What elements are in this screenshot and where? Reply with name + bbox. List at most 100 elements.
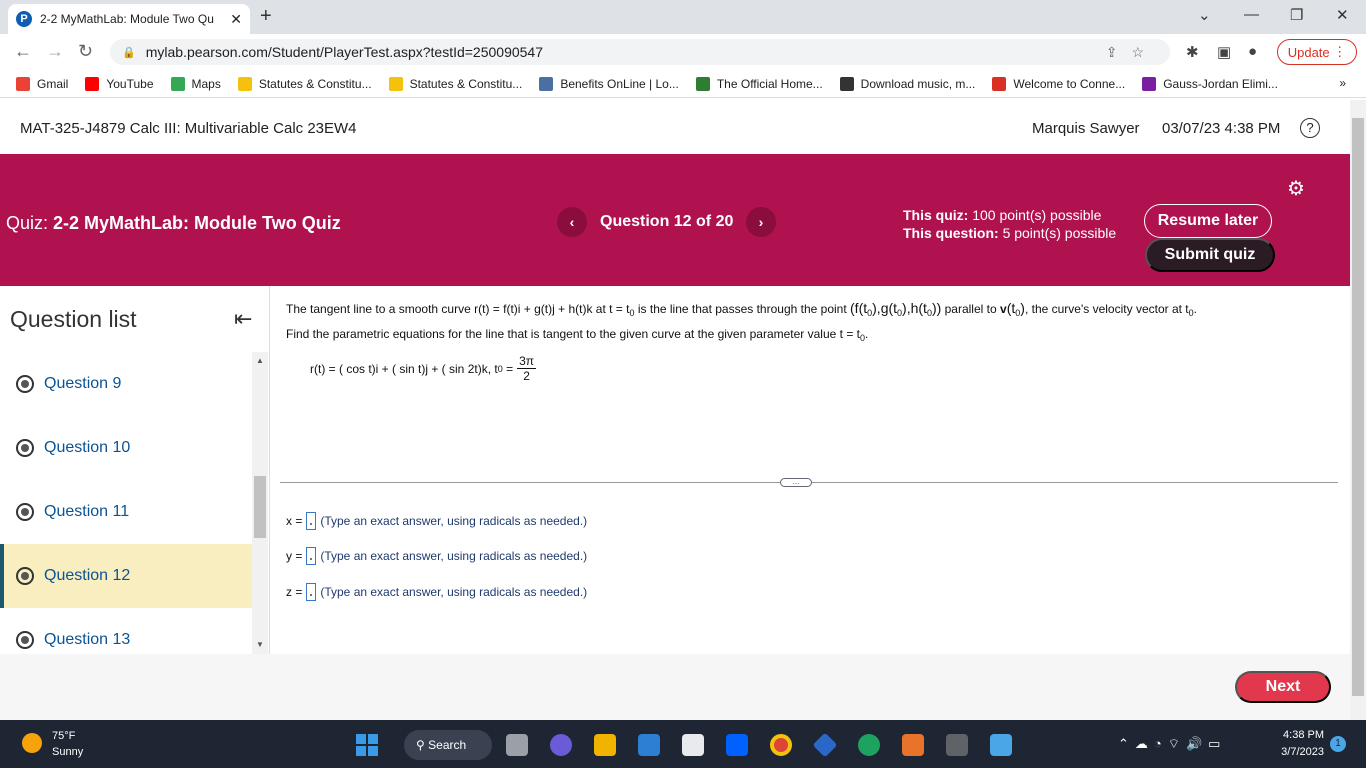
chrome-icon[interactable] (770, 734, 792, 756)
file-explorer-icon[interactable] (594, 734, 616, 756)
weather-condition[interactable]: Sunny (52, 746, 83, 758)
update-button[interactable]: Update ⋮ (1277, 39, 1357, 65)
media-player-icon[interactable] (902, 734, 924, 756)
bookmark-item[interactable]: YouTube (85, 76, 154, 91)
bookmark-favicon-icon (16, 76, 30, 91)
lock-icon[interactable]: 🔒 (122, 46, 136, 59)
taskbar-date[interactable]: 3/7/2023 (1266, 746, 1324, 758)
bookmark-favicon-icon (85, 76, 100, 91)
browser-tab[interactable]: P 2-2 MyMathLab: Module Two Qu ✕ (8, 4, 250, 34)
question-list-panel: Question list ⇤ Question 9 Question 10 Que… (0, 286, 270, 654)
page-scrollbar[interactable] (1350, 100, 1366, 720)
question-list-item-label: Question 11 (44, 503, 130, 520)
side-panel-icon[interactable]: ▣ (1217, 43, 1231, 61)
question-content: The tangent line to a smooth curve r(t) … (270, 286, 1350, 654)
bookmark-item[interactable]: Benefits OnLine | Lo... (539, 76, 679, 91)
question-list-item[interactable]: Question 9 (0, 352, 252, 416)
taskbar-search-label: Search (428, 738, 467, 752)
prompt-text: is the line that passes through the poin… (637, 302, 847, 316)
gear-icon[interactable]: ⚙ (1287, 176, 1305, 201)
resume-later-button[interactable]: Resume later (1144, 204, 1272, 238)
windows-start-icon[interactable] (356, 734, 378, 756)
bookmark-item[interactable]: Maps (170, 76, 221, 91)
divider-drag-handle[interactable]: ... (780, 478, 812, 487)
quiz-header-band: ⚙ Quiz: 2-2 MyMathLab: Module Two Quiz ‹… (0, 154, 1350, 286)
point-expression: (f(t0),g(t0),h(t0)) (850, 300, 942, 318)
tab-close-icon[interactable]: ✕ (230, 11, 242, 28)
more-bookmarks-icon[interactable]: » (1339, 76, 1346, 90)
question-list-item-label: Question 13 (44, 631, 131, 648)
fraction-denominator: 2 (523, 369, 530, 383)
minimize-icon[interactable]: — (1244, 6, 1259, 23)
tab-title: 2-2 MyMathLab: Module Two Qu (40, 12, 214, 26)
new-tab-icon[interactable]: + (260, 5, 272, 28)
taskbar-search[interactable]: ⚲ Search (404, 730, 492, 760)
answer-variable-label: y = (286, 549, 303, 563)
quiz-label: Quiz: (6, 213, 49, 233)
bookmark-label: Gmail (37, 76, 69, 91)
bookmark-item[interactable]: Gmail (16, 76, 69, 91)
mail-icon[interactable] (638, 734, 660, 756)
velocity-vector: v (1000, 302, 1007, 316)
question-list-item[interactable]: Question 12 (0, 544, 252, 608)
page-scrollbar-thumb[interactable] (1352, 118, 1364, 696)
bookmark-item[interactable]: Statutes & Constitu... (388, 76, 522, 91)
answer-input[interactable] (306, 547, 317, 565)
restore-icon[interactable]: ❐ (1290, 6, 1303, 24)
windows-taskbar: 75°F Sunny ⚲ Search ⌃☁◔⌔🔊▭ 4:38 PM 3/7/2… (0, 720, 1366, 768)
taskbar-time[interactable]: 4:38 PM (1276, 729, 1324, 741)
weather-temperature[interactable]: 75°F (52, 730, 75, 742)
answer-variable-label: z = (286, 585, 303, 599)
submit-quiz-button[interactable]: Submit quiz (1145, 238, 1275, 272)
window-close-icon[interactable]: ✕ (1336, 6, 1349, 24)
dropbox-icon[interactable] (726, 734, 748, 756)
address-bar[interactable]: 🔒 mylab.pearson.com/Student/PlayerTest.a… (110, 39, 1170, 65)
notification-badge[interactable]: 1 (1330, 736, 1346, 752)
next-question-button[interactable]: › (746, 207, 776, 237)
microsoft-store-icon[interactable] (682, 734, 704, 756)
this-quiz-label: This quiz: (903, 207, 969, 223)
photos-icon[interactable] (990, 734, 1012, 756)
bookmark-item[interactable]: Gauss-Jordan Elimi... (1142, 76, 1278, 91)
bookmark-label: Welcome to Conne... (1013, 76, 1126, 91)
sun-icon[interactable] (22, 733, 42, 753)
calculator-icon[interactable] (946, 734, 968, 756)
forward-icon[interactable]: → (46, 41, 64, 62)
bookmark-item[interactable]: The Official Home... (695, 76, 823, 91)
scroll-up-icon[interactable]: ▲ (256, 356, 264, 365)
answer-input[interactable] (306, 583, 317, 601)
reload-icon[interactable]: ↻ (78, 41, 93, 62)
tab-search-chevron-icon[interactable]: ⌄ (1198, 6, 1211, 24)
bookmark-item[interactable]: Download music, m... (839, 76, 975, 91)
url-text: mylab.pearson.com/Student/PlayerTest.asp… (145, 44, 544, 60)
teams-chat-icon[interactable] (550, 734, 572, 756)
bookmark-item[interactable]: Statutes & Constitu... (237, 76, 372, 91)
edge-icon[interactable] (858, 734, 880, 756)
previous-question-button[interactable]: ‹ (557, 207, 587, 237)
scrollbar-thumb[interactable] (254, 476, 266, 538)
question-list-item-label: Question 9 (44, 375, 122, 392)
help-icon[interactable]: ? (1300, 118, 1320, 138)
back-icon[interactable]: ← (14, 41, 32, 62)
system-tray-icons[interactable]: ⌃☁◔⌔🔊▭ (1118, 736, 1226, 752)
question-list-item[interactable]: Question 10 (0, 416, 252, 480)
bookmark-label: Benefits OnLine | Lo... (560, 76, 679, 91)
question-list-scrollbar[interactable]: ▲ ▼ (252, 352, 268, 654)
user-name: Marquis Sawyer (1032, 120, 1140, 137)
question-list-item[interactable]: Question 11 (0, 480, 252, 544)
answer-input[interactable] (306, 512, 317, 530)
bookmark-favicon-icon (1142, 76, 1157, 91)
collapse-panel-icon[interactable]: ⇤ (234, 306, 252, 332)
bookmark-item[interactable]: Welcome to Conne... (992, 76, 1126, 91)
bing-icon[interactable] (812, 732, 838, 758)
bookmark-label: Maps (191, 76, 221, 91)
next-button[interactable]: Next (1235, 671, 1331, 703)
share-and-bookmark-icons[interactable]: ⇪☆ (1106, 44, 1158, 61)
fraction: 3π 2 (517, 354, 537, 383)
profile-icon[interactable]: ● (1248, 43, 1257, 60)
scroll-down-icon[interactable]: ▼ (256, 640, 264, 649)
question-list-item-label: Question 12 (44, 567, 131, 584)
extensions-icon[interactable]: ✱ (1186, 43, 1199, 61)
task-view-icon[interactable] (506, 734, 528, 756)
question-list-title: Question list (10, 306, 137, 332)
